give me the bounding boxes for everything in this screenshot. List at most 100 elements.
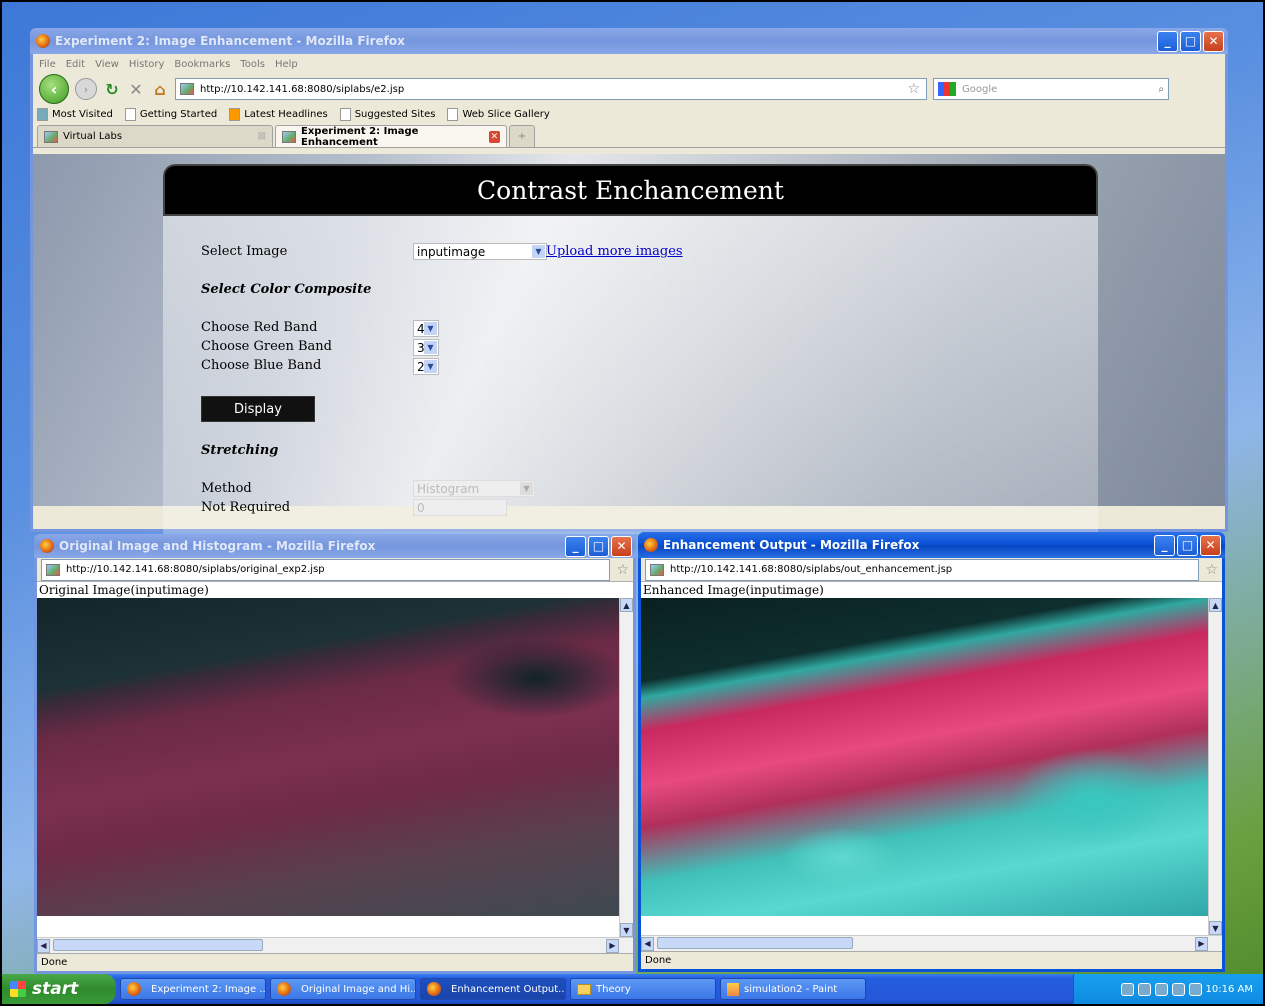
home-icon[interactable]: ⌂ [151, 80, 169, 99]
clock[interactable]: 10:16 AM [1206, 984, 1253, 995]
magnifier-icon[interactable]: ⌕ [1158, 84, 1164, 95]
taskbar-item-theory[interactable]: Theory [570, 978, 716, 1000]
scroll-thumb[interactable] [657, 937, 853, 949]
menu-help[interactable]: Help [275, 59, 298, 70]
close-button[interactable]: ✕ [1200, 534, 1221, 556]
enhanced-title-bar[interactable]: Enhancement Output - Mozilla Firefox _ □… [638, 532, 1225, 558]
taskbar-item-paint[interactable]: simulation2 - Paint [720, 978, 866, 1000]
tab-close-icon[interactable]: ⊠ [258, 131, 266, 142]
windows-logo-icon [10, 981, 26, 997]
firefox-icon [644, 538, 658, 552]
chevron-down-icon: ▼ [532, 245, 545, 258]
main-title-bar[interactable]: Experiment 2: Image Enhancement - Mozill… [30, 28, 1228, 54]
bookmark-most-visited[interactable]: Most Visited [37, 107, 113, 121]
main-browser-window: Experiment 2: Image Enhancement - Mozill… [30, 28, 1228, 534]
method-select[interactable]: Histogram ▼ [413, 480, 535, 497]
maximize-button[interactable]: □ [588, 535, 609, 557]
red-band-select[interactable]: 4 ▼ [413, 320, 439, 337]
select-image-dropdown[interactable]: inputimage ▼ [413, 243, 547, 260]
bookmark-web-slice-gallery[interactable]: Web Slice Gallery [447, 107, 550, 121]
menu-history[interactable]: History [129, 59, 165, 70]
scroll-right-icon[interactable]: ▶ [606, 938, 619, 953]
taskbar-item-original[interactable]: Original Image and Hi... [270, 978, 416, 1000]
bookmark-star-icon[interactable]: ☆ [616, 562, 629, 578]
maximize-button[interactable]: □ [1177, 534, 1198, 556]
bookmarks-toolbar: Most Visited Getting Started Latest Head… [33, 104, 1225, 124]
tray-messenger-icon[interactable] [1171, 982, 1185, 996]
upload-more-images-link[interactable]: Upload more images [546, 244, 683, 259]
original-window-title: Original Image and Histogram - Mozilla F… [59, 539, 376, 553]
vertical-scrollbar[interactable]: ▲ ▼ [619, 598, 633, 937]
original-url-row: http://10.142.141.68:8080/siplabs/origin… [37, 558, 633, 582]
green-band-select[interactable]: 3 ▼ [413, 339, 439, 356]
taskbar-item-enhancement[interactable]: Enhancement Output... [420, 978, 566, 1000]
original-url-bar[interactable]: http://10.142.141.68:8080/siplabs/origin… [41, 558, 611, 581]
scroll-left-icon[interactable]: ◀ [641, 936, 654, 951]
display-button[interactable]: Display [201, 396, 315, 422]
firefox-icon [427, 982, 441, 996]
chevron-down-icon: ▼ [424, 341, 437, 354]
bookmark-suggested-sites[interactable]: Suggested Sites [339, 107, 435, 121]
search-placeholder: Google [962, 83, 998, 95]
minimize-button[interactable]: _ [1154, 534, 1175, 556]
enhancement-output-window: Enhancement Output - Mozilla Firefox _ □… [638, 532, 1225, 972]
tab-favicon-icon [44, 130, 58, 143]
close-button[interactable]: ✕ [1203, 30, 1224, 52]
bookmark-star-icon[interactable]: ☆ [1205, 562, 1218, 578]
original-title-bar[interactable]: Original Image and Histogram - Mozilla F… [34, 534, 636, 558]
bookmark-star-icon[interactable]: ☆ [907, 81, 920, 97]
bookmark-latest-headlines[interactable]: Latest Headlines [229, 107, 328, 121]
new-tab-button[interactable]: + [509, 125, 535, 147]
blue-band-select[interactable]: 2 ▼ [413, 358, 439, 375]
maximize-button[interactable]: □ [1180, 30, 1201, 52]
menu-file[interactable]: File [39, 59, 56, 70]
scroll-up-icon[interactable]: ▲ [620, 598, 633, 612]
scroll-down-icon[interactable]: ▼ [620, 923, 633, 937]
scroll-thumb[interactable] [53, 939, 263, 951]
enhanced-url-bar[interactable]: http://10.142.141.68:8080/siplabs/out_en… [645, 558, 1200, 581]
green-band-label: Choose Green Band [201, 339, 332, 354]
tray-volume-icon[interactable] [1188, 982, 1202, 996]
blue-band-label: Choose Blue Band [201, 358, 322, 373]
original-image-caption: Original Image(inputimage) [37, 582, 633, 598]
scroll-right-icon[interactable]: ▶ [1195, 936, 1208, 951]
chevron-down-icon: ▼ [520, 482, 533, 495]
not-required-input[interactable]: 0 [413, 499, 507, 516]
back-button[interactable]: ‹ [39, 74, 69, 104]
minimize-button[interactable]: _ [565, 535, 586, 557]
reload-icon[interactable]: ↻ [103, 80, 121, 99]
rss-icon [229, 107, 241, 121]
menu-edit[interactable]: Edit [66, 59, 85, 70]
tab-experiment-2[interactable]: Experiment 2: Image Enhancement ✕ [275, 125, 507, 148]
tab-close-icon[interactable]: ✕ [488, 130, 500, 143]
paint-icon [727, 982, 739, 996]
scroll-left-icon[interactable]: ◀ [37, 938, 50, 953]
bookmark-icon [37, 107, 48, 121]
method-label: Method [201, 481, 252, 496]
chevron-down-icon: ▼ [424, 360, 437, 373]
start-button[interactable]: start [2, 974, 116, 1004]
scroll-down-icon[interactable]: ▼ [1209, 921, 1222, 935]
search-box[interactable]: Google ⌕ [933, 78, 1169, 100]
enhanced-url-row: http://10.142.141.68:8080/siplabs/out_en… [641, 558, 1222, 582]
vertical-scrollbar[interactable]: ▲ ▼ [1208, 598, 1222, 935]
scroll-up-icon[interactable]: ▲ [1209, 598, 1222, 612]
stop-icon[interactable]: ✕ [127, 80, 145, 99]
tab-virtual-labs[interactable]: Virtual Labs ⊠ [37, 125, 273, 147]
tray-security-icon[interactable] [1154, 982, 1168, 996]
bookmark-getting-started[interactable]: Getting Started [124, 107, 217, 121]
url-bar[interactable]: http://10.142.141.68:8080/siplabs/e2.jsp… [175, 78, 927, 100]
taskbar-item-experiment[interactable]: Experiment 2: Image ... [120, 978, 266, 1000]
menu-view[interactable]: View [95, 59, 119, 70]
tray-expand-icon[interactable] [1120, 982, 1134, 996]
page-icon [339, 107, 351, 121]
menu-bookmarks[interactable]: Bookmarks [174, 59, 230, 70]
minimize-button[interactable]: _ [1157, 30, 1178, 52]
tray-network-icon[interactable] [1137, 982, 1151, 996]
horizontal-scrollbar[interactable]: ◀ ▶ [641, 935, 1222, 951]
menu-tools[interactable]: Tools [240, 59, 265, 70]
horizontal-scrollbar[interactable]: ◀ ▶ [37, 937, 633, 953]
forward-button[interactable]: › [75, 78, 97, 100]
screenshot-frame: Experiment 2: Image Enhancement - Mozill… [0, 0, 1265, 1006]
close-button[interactable]: ✕ [611, 535, 632, 557]
